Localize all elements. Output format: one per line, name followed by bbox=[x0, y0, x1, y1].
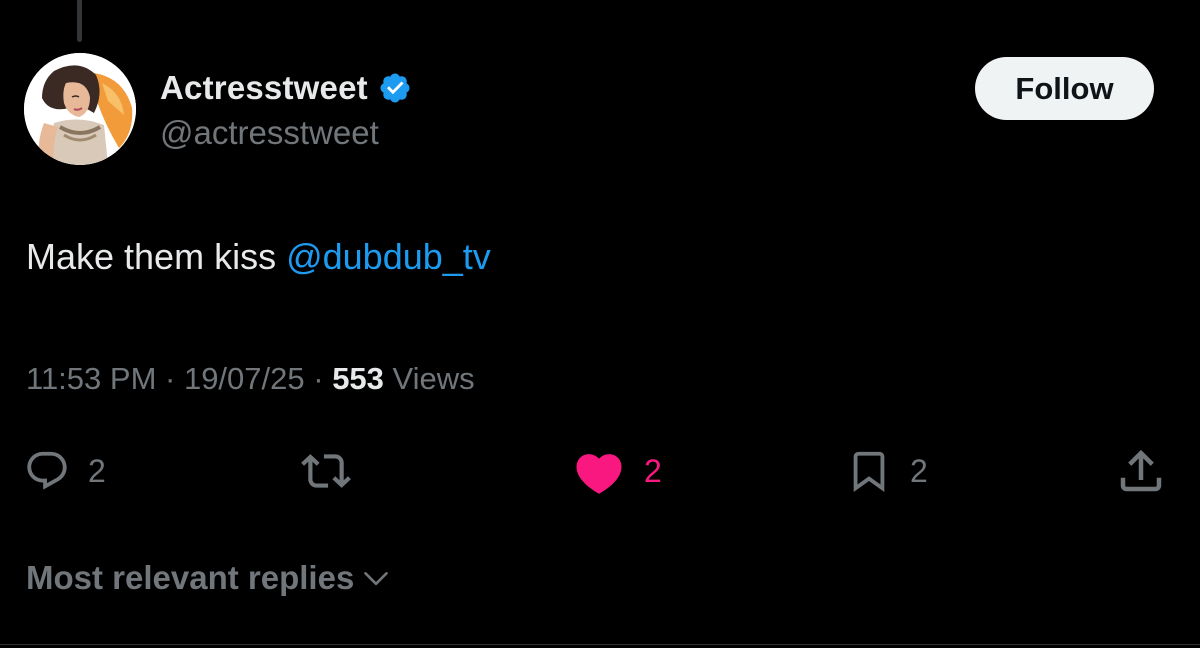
tweet-text: Make them kiss @dubdub_tv bbox=[26, 236, 491, 278]
avatar[interactable] bbox=[24, 53, 136, 165]
like-button[interactable]: 2 bbox=[572, 444, 662, 498]
follow-button[interactable]: Follow bbox=[975, 57, 1154, 120]
author-name-row[interactable]: Actresstweet bbox=[160, 66, 412, 110]
meta-separator: · bbox=[304, 361, 333, 396]
chevron-down-icon bbox=[364, 572, 389, 586]
repost-button[interactable] bbox=[296, 444, 356, 498]
bookmark-count: 2 bbox=[910, 452, 928, 489]
meta-separator: · bbox=[156, 361, 184, 396]
author-display-name[interactable]: Actresstweet bbox=[160, 69, 368, 107]
views-count: 553 bbox=[332, 361, 384, 396]
heart-icon bbox=[576, 454, 622, 494]
like-count: 2 bbox=[644, 452, 662, 489]
bookmark-icon bbox=[853, 451, 885, 492]
author-handle[interactable]: @actresstweet bbox=[160, 114, 379, 152]
share-icon bbox=[1120, 449, 1162, 492]
reply-icon bbox=[27, 451, 67, 490]
tweet-date[interactable]: 19/07/25 bbox=[184, 361, 305, 396]
replies-sort-dropdown[interactable]: Most relevant replies bbox=[26, 556, 390, 600]
bookmark-button[interactable]: 2 bbox=[846, 444, 928, 498]
reply-count: 2 bbox=[88, 452, 106, 489]
thread-connector-line bbox=[77, 0, 82, 42]
tweet-mention-link[interactable]: @dubdub_tv bbox=[286, 236, 491, 277]
repost-icon bbox=[301, 454, 351, 488]
replies-sort-label: Most relevant replies bbox=[26, 559, 355, 596]
share-button[interactable] bbox=[1114, 444, 1168, 498]
tweet-body: Make them kiss bbox=[26, 236, 287, 277]
verified-badge-icon bbox=[380, 73, 410, 103]
divider bbox=[0, 644, 1200, 645]
avatar-image bbox=[24, 53, 136, 165]
views-label: Views bbox=[383, 361, 475, 396]
reply-button[interactable]: 2 bbox=[24, 444, 106, 498]
tweet-time[interactable]: 11:53 PM bbox=[26, 361, 156, 396]
tweet-meta: 11:53 PM · 19/07/25 · 553 Views bbox=[26, 361, 475, 397]
